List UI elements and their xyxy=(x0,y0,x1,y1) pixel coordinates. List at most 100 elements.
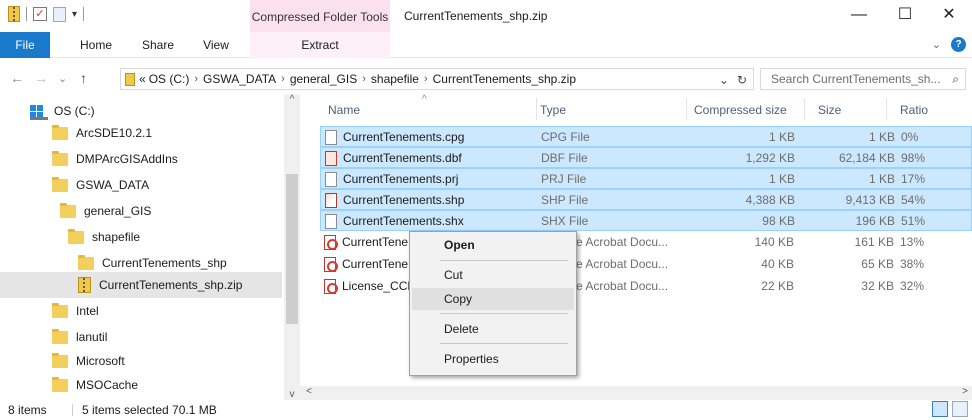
column-header-type[interactable]: Type xyxy=(540,103,566,117)
tree-item-microsoft[interactable]: Microsoft xyxy=(0,348,282,374)
scrollbar-thumb[interactable] xyxy=(286,174,298,324)
file-compressed-size: 140 KB xyxy=(754,235,794,249)
tree-item-shapefile[interactable]: shapefile xyxy=(0,224,282,250)
back-button[interactable]: ← xyxy=(10,70,24,86)
tree-item-dmparcgisaddins[interactable]: DMPArcGISAddIns xyxy=(0,146,282,172)
expand-ribbon-icon[interactable]: ⌄ xyxy=(932,38,941,51)
drive-icon xyxy=(30,104,48,120)
column-header-name[interactable]: Name xyxy=(328,103,360,117)
breadcrumb-shapefile[interactable]: shapefile xyxy=(371,72,419,86)
tab-file[interactable]: File xyxy=(0,32,50,58)
menu-item-properties[interactable]: Properties xyxy=(412,348,574,370)
column-divider[interactable] xyxy=(686,98,687,120)
column-header-size[interactable]: Size xyxy=(818,103,841,117)
column-divider[interactable] xyxy=(886,98,887,120)
table-row[interactable]: CurrentTenements.dbf DBF File 1,292 KB 6… xyxy=(320,147,972,168)
file-compressed-size: 1,292 KB xyxy=(745,151,795,165)
table-row[interactable]: CurrentTenements.prj PRJ File 1 KB 1 KB … xyxy=(320,168,972,189)
menu-item-open[interactable]: Open xyxy=(412,234,574,256)
zip-folder-icon xyxy=(8,6,20,22)
new-folder-icon[interactable] xyxy=(53,6,66,22)
menu-item-copy[interactable]: Copy xyxy=(412,288,574,310)
table-row[interactable]: CurrentTenements.shx SHX File 98 KB 196 … xyxy=(320,210,972,231)
file-compressed-size: 1 KB xyxy=(768,172,795,186)
menu-separator xyxy=(440,260,568,261)
column-header-compressed-size[interactable]: Compressed size xyxy=(694,103,787,117)
dbf-file-icon xyxy=(325,151,337,166)
breadcrumb-gswa-data[interactable]: GSWA_DATA xyxy=(203,72,276,86)
file-type: DBF File xyxy=(541,151,588,165)
maximize-button[interactable]: ☐ xyxy=(882,0,928,30)
chevron-right-icon[interactable]: › xyxy=(281,73,285,85)
scroll-up-icon[interactable]: ^ xyxy=(284,94,300,105)
chevron-right-icon[interactable]: › xyxy=(194,73,198,85)
search-input[interactable]: Search CurrentTenements_sh... ⌕ xyxy=(760,68,966,90)
tab-view[interactable]: View xyxy=(186,32,246,58)
table-row[interactable]: CurrentTenements.cpg CPG File 1 KB 1 KB … xyxy=(320,126,972,147)
column-header-ratio[interactable]: Ratio xyxy=(900,103,928,117)
menu-separator xyxy=(440,313,568,314)
tab-extract[interactable]: Extract xyxy=(290,32,350,58)
address-dropdown-icon[interactable]: ⌄ xyxy=(719,73,729,87)
tree-item-msocache[interactable]: MSOCache xyxy=(0,372,282,398)
status-bar: 8 items 5 items selected 70.1 MB xyxy=(0,400,972,420)
chevron-right-icon[interactable]: › xyxy=(362,73,366,85)
recent-locations-button[interactable]: ⌄ xyxy=(58,72,67,85)
breadcrumb-current-zip[interactable]: CurrentTenements_shp.zip xyxy=(433,72,576,86)
tree-item-label: GSWA_DATA xyxy=(76,178,150,192)
details-view-icon[interactable] xyxy=(932,401,948,417)
file-ratio: 0% xyxy=(901,130,919,144)
breadcrumb-general-gis[interactable]: general_GIS xyxy=(290,72,357,86)
folder-icon xyxy=(52,328,68,344)
shp-file-icon xyxy=(325,193,337,208)
menu-item-delete[interactable]: Delete xyxy=(412,318,574,340)
folder-icon xyxy=(52,150,68,166)
customize-toolbar-dropdown-icon[interactable]: ▾ xyxy=(72,9,77,20)
close-button[interactable]: ✕ xyxy=(926,0,972,30)
navigation-pane-scrollbar[interactable]: ^ v xyxy=(284,94,300,400)
tree-item-gswa-data[interactable]: GSWA_DATA xyxy=(0,172,282,198)
compressed-folder-tools-tab-group: Compressed Folder Tools xyxy=(250,0,390,34)
tab-home[interactable]: Home xyxy=(66,32,126,58)
file-size: 196 KB xyxy=(855,214,895,228)
chevron-right-icon[interactable]: › xyxy=(424,73,428,85)
tree-item-intel[interactable]: Intel xyxy=(0,298,282,324)
title-bar: ✓ ▾ Compressed Folder Tools CurrentTenem… xyxy=(0,0,972,34)
tree-item-general-gis[interactable]: general_GIS xyxy=(0,198,282,224)
forward-button[interactable]: → xyxy=(34,70,48,86)
properties-check-icon[interactable]: ✓ xyxy=(33,7,47,21)
tab-share[interactable]: Share xyxy=(128,32,188,58)
tree-item-currenttenements-zip[interactable]: CurrentTenements_shp.zip xyxy=(0,272,282,298)
tree-item-lanutil[interactable]: lanutil xyxy=(0,324,282,350)
tree-item-label: general_GIS xyxy=(84,204,152,218)
tree-item-arcsde[interactable]: ArcSDE10.2.1 xyxy=(0,120,282,146)
breadcrumb-os-c[interactable]: OS (C:) xyxy=(149,72,190,86)
tree-item-label: CurrentTenements_shp.zip xyxy=(99,278,243,292)
help-icon[interactable]: ? xyxy=(951,37,966,52)
search-icon[interactable]: ⌕ xyxy=(952,69,959,89)
scroll-left-icon[interactable]: < xyxy=(306,386,312,397)
file-name: CurrentTenements.shp xyxy=(343,193,465,207)
column-header-row: ^ Name Type Compressed size Size Ratio xyxy=(300,94,972,124)
scroll-right-icon[interactable]: > xyxy=(962,386,968,397)
up-button[interactable]: ↑ xyxy=(80,70,87,86)
menu-separator xyxy=(440,343,568,344)
refresh-icon[interactable]: ↻ xyxy=(737,73,747,87)
menu-item-cut[interactable]: Cut xyxy=(412,264,574,286)
table-row[interactable]: CurrentTenements.shp SHP File 4,388 KB 9… xyxy=(320,189,972,210)
file-name: CurrentTenements.shx xyxy=(343,214,464,228)
navigation-pane: OS (C:) ArcSDE10.2.1 DMPArcGISAddIns GSW… xyxy=(0,94,300,399)
breadcrumb-overflow[interactable]: « xyxy=(139,72,146,86)
scroll-down-icon[interactable]: v xyxy=(284,389,300,400)
minimize-button[interactable]: — xyxy=(836,0,882,30)
column-divider[interactable] xyxy=(536,98,537,120)
column-divider[interactable] xyxy=(804,98,805,120)
text-file-icon xyxy=(325,130,337,145)
large-icons-view-icon[interactable] xyxy=(952,401,968,417)
file-list-horizontal-scrollbar[interactable]: < > xyxy=(300,386,972,400)
file-compressed-size: 98 KB xyxy=(762,214,795,228)
folder-icon xyxy=(52,376,68,392)
file-type: SHX File xyxy=(541,214,589,228)
file-name: License_CCB xyxy=(342,279,416,293)
address-bar[interactable]: « OS (C:) › GSWA_DATA › general_GIS › sh… xyxy=(120,68,754,90)
